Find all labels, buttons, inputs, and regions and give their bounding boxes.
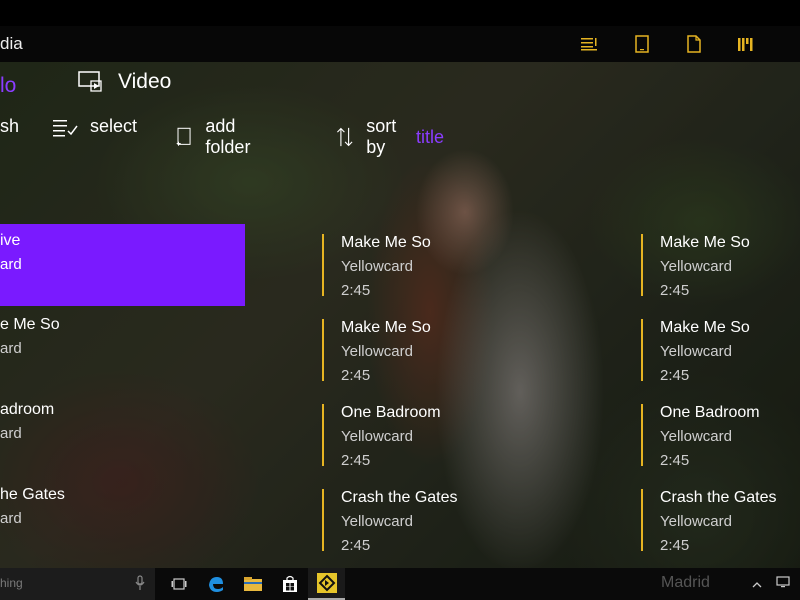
song-artist: ard — [0, 256, 22, 273]
song-duration: 2:45 — [660, 282, 690, 299]
song-title: e Me So — [0, 316, 60, 333]
tab-audio[interactable]: lo — [0, 74, 16, 98]
song-title: Make Me So — [660, 319, 750, 336]
add-folder-button[interactable]: add folder — [176, 116, 259, 158]
song-title: ive — [0, 232, 21, 249]
song-title: Make Me So — [341, 319, 431, 336]
song-accent-bar — [322, 319, 324, 381]
song-accent-bar — [641, 319, 643, 381]
song-artist: Yellowcard — [660, 258, 732, 275]
song-item[interactable]: Make Me So Yellowcard 2:45 — [641, 234, 796, 314]
playlist-icon[interactable] — [564, 34, 616, 54]
song-artist: ard — [0, 340, 22, 357]
sort-icon — [337, 127, 353, 147]
monitor-icon[interactable] — [776, 575, 790, 593]
song-item[interactable]: One Badroom Yellowcard 2:45 — [322, 404, 602, 484]
app-icon[interactable] — [308, 568, 345, 600]
song-artist: Yellowcard — [660, 513, 732, 530]
song-artist: Yellowcard — [341, 343, 413, 360]
microphone-icon[interactable] — [135, 575, 145, 596]
song-artist: Yellowcard — [341, 513, 413, 530]
song-duration: 2:45 — [341, 282, 371, 299]
file-explorer-icon[interactable] — [234, 568, 271, 600]
song-title: Crash the Gates — [660, 489, 777, 506]
tab-video-label: Video — [118, 70, 172, 93]
song-item[interactable]: Make Me So Yellowcard 2:45 — [641, 319, 796, 399]
song-duration: 2:45 — [341, 452, 371, 469]
refresh-label: sh — [0, 116, 20, 136]
song-title: adroom — [0, 401, 55, 418]
sort-value: title — [416, 126, 445, 147]
video-icon — [78, 71, 102, 92]
song-title: One Badroom — [341, 404, 441, 421]
add-folder-label: add folder — [205, 116, 251, 157]
song-artist: Yellowcard — [660, 343, 732, 360]
edge-icon[interactable] — [197, 568, 234, 600]
song-accent-bar — [322, 489, 324, 551]
store-icon[interactable] — [271, 568, 308, 600]
song-accent-bar — [641, 404, 643, 466]
tab-video[interactable]: Video — [78, 70, 171, 94]
refresh-button[interactable]: sh — [0, 116, 19, 137]
sort-by-label: sort by — [366, 116, 397, 157]
song-duration: 2:45 — [341, 537, 371, 554]
library-icon[interactable] — [720, 34, 772, 54]
song-artist: ard — [0, 425, 22, 442]
song-item[interactable]: ive ard — [0, 224, 245, 306]
song-title: Make Me So — [660, 234, 750, 251]
song-item[interactable]: Make Me So Yellowcard 2:45 — [322, 319, 602, 399]
song-accent-bar — [322, 234, 324, 296]
system-tray — [752, 568, 790, 600]
select-icon — [53, 119, 78, 136]
song-item[interactable]: Crash the Gates Yellowcard 2:45 — [322, 489, 602, 568]
main-content: lo Video sh select add folder sort by ti… — [0, 62, 800, 568]
song-title: One Badroom — [660, 404, 760, 421]
song-artist: Yellowcard — [341, 428, 413, 445]
song-duration: 2:45 — [341, 367, 371, 384]
taskbar: hing Madrid — [0, 568, 800, 600]
song-duration: 2:45 — [660, 367, 690, 384]
select-button[interactable]: select — [52, 116, 137, 137]
song-title: he Gates — [0, 486, 65, 503]
app-title: dia — [0, 34, 23, 53]
song-item[interactable]: Make Me So Yellowcard 2:45 — [322, 234, 602, 314]
file-icon[interactable] — [668, 34, 720, 54]
song-artist: ard — [0, 510, 22, 527]
task-view-icon[interactable] — [160, 568, 197, 600]
song-duration: 2:45 — [660, 537, 690, 554]
song-item[interactable]: he Gates ard — [0, 486, 160, 566]
top-black-bar — [0, 0, 800, 26]
taskbar-search[interactable]: hing — [0, 568, 155, 600]
sort-by-button[interactable]: sort by title — [336, 116, 444, 158]
song-artist: Yellowcard — [660, 428, 732, 445]
song-artist: Yellowcard — [341, 258, 413, 275]
song-item[interactable]: Crash the Gates Yellowcard 2:45 — [641, 489, 796, 568]
tablet-icon[interactable] — [616, 34, 668, 54]
add-folder-icon — [176, 127, 191, 146]
chevron-up-icon[interactable] — [752, 575, 762, 593]
song-accent-bar — [641, 234, 643, 296]
select-label: select — [90, 116, 138, 136]
song-item[interactable]: adroom ard — [0, 401, 160, 481]
song-item[interactable]: e Me So ard — [0, 316, 160, 396]
song-item[interactable]: One Badroom Yellowcard 2:45 — [641, 404, 796, 484]
title-bar: dia — [0, 26, 800, 62]
search-placeholder: hing — [0, 576, 23, 590]
song-title: Crash the Gates — [341, 489, 458, 506]
song-duration: 2:45 — [660, 452, 690, 469]
song-accent-bar — [322, 404, 324, 466]
song-accent-bar — [641, 489, 643, 551]
song-title: Make Me So — [341, 234, 431, 251]
ghost-next-title: Madrid — [661, 574, 710, 591]
